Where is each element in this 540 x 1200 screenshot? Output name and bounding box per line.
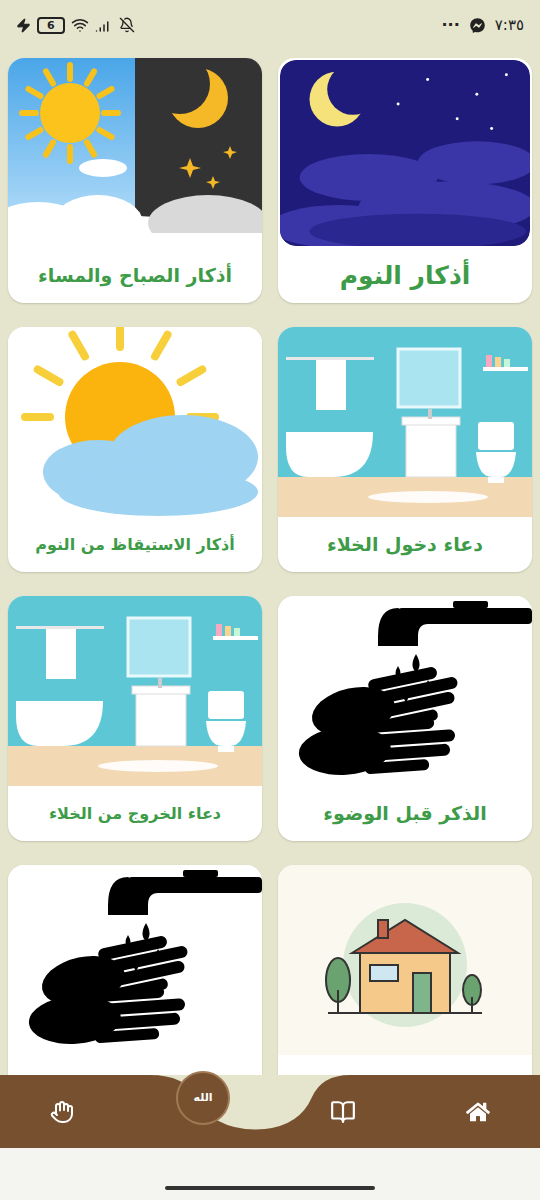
- washing-hands-icon: [8, 865, 262, 1055]
- dhikr-card[interactable]: دعاء دخول الخلاء: [278, 327, 532, 572]
- battery-icon: 6: [37, 17, 65, 34]
- card-title: الذكر قبل الوضوء: [278, 786, 532, 841]
- card-title: أذكار النوم: [278, 248, 532, 303]
- bathroom-icon: [8, 596, 262, 786]
- card-image: [278, 327, 532, 517]
- day-night-icon: [8, 58, 262, 248]
- card-image: [8, 327, 262, 517]
- tasbih-icon[interactable]: [50, 1100, 74, 1124]
- card-image: [278, 58, 532, 248]
- washing-hands-icon: [278, 596, 532, 786]
- card-image: [8, 58, 262, 248]
- card-image: [8, 865, 262, 1055]
- dhikr-card[interactable]: [278, 865, 532, 1075]
- house-icon: [278, 865, 532, 1055]
- night-image: [278, 58, 532, 248]
- emblem-text: الله: [193, 1090, 212, 1107]
- signal-icon: [95, 16, 113, 34]
- dhikr-card[interactable]: دعاء الخروج من الخلاء: [8, 596, 262, 841]
- dhikr-card[interactable]: أذكار الصباح والمساء: [8, 58, 262, 303]
- card-image: [278, 596, 532, 786]
- card-title: أذكار الاستيقاظ من النوم: [8, 517, 262, 572]
- card-image: [278, 865, 532, 1055]
- cards-grid: أذكار النوم أذكار الصباح والمساء دعاء دخول…: [0, 50, 540, 1075]
- clock: ٧:٣٥: [495, 14, 524, 37]
- dhikr-card[interactable]: أذكار النوم: [278, 58, 532, 303]
- emblem-button[interactable]: الله: [176, 1071, 230, 1125]
- quran-icon[interactable]: [330, 1099, 356, 1125]
- card-title: دعاء دخول الخلاء: [278, 517, 532, 572]
- card-title: أذكار الصباح والمساء: [8, 248, 262, 303]
- wifi-icon: [71, 16, 89, 34]
- nav-notch-icon: [0, 1075, 540, 1148]
- content: أذكار النوم أذكار الصباح والمساء دعاء دخول…: [0, 50, 540, 1075]
- dhikr-card[interactable]: [8, 865, 262, 1075]
- dhikr-card[interactable]: أذكار الاستيقاظ من النوم: [8, 327, 262, 572]
- mute-icon: [119, 17, 135, 33]
- bottom-nav: الله: [0, 1075, 540, 1148]
- messenger-icon: [470, 18, 485, 33]
- system-bar: [0, 1148, 540, 1200]
- night-sky-icon: [280, 60, 530, 246]
- card-image: [8, 596, 262, 786]
- bathroom-icon: [278, 327, 532, 517]
- status-bar: 6 ··· ٧:٣٥: [0, 0, 540, 50]
- home-indicator[interactable]: [165, 1186, 375, 1190]
- charging-icon: [16, 18, 31, 33]
- dhikr-card[interactable]: الذكر قبل الوضوء: [278, 596, 532, 841]
- card-title: دعاء الخروج من الخلاء: [8, 786, 262, 841]
- sunrise-icon: [8, 327, 262, 517]
- app: 6 ··· ٧:٣٥ أذكار النوم أذكار الصباح والمساء د…: [0, 0, 540, 1200]
- home-icon[interactable]: [466, 1100, 490, 1124]
- more-indicator: ···: [442, 13, 460, 37]
